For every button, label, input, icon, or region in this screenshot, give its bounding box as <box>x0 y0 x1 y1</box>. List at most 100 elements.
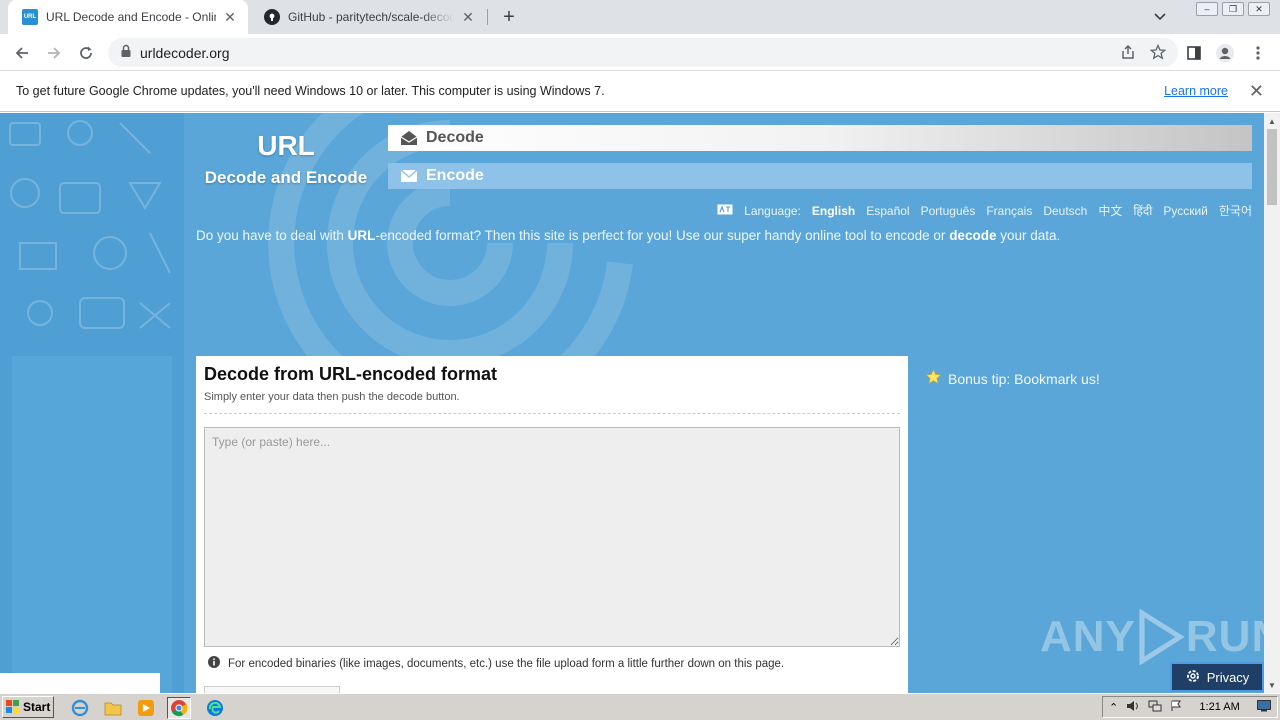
action-center-flag-icon[interactable] <box>1170 700 1182 715</box>
intro-part: your data. <box>996 228 1061 243</box>
binary-note-text: For encoded binaries (like images, docum… <box>228 657 785 670</box>
language-icon <box>717 204 733 218</box>
site-logo[interactable]: URL Decode and Encode <box>188 129 384 189</box>
gear-icon <box>1185 668 1201 687</box>
envelope-icon <box>400 168 418 184</box>
nav-encode-label: Encode <box>426 167 484 184</box>
profile-avatar-icon[interactable] <box>1213 41 1237 65</box>
nav-decode[interactable]: Decode <box>388 125 1252 151</box>
card-title: Decode from URL-encoded format <box>204 364 498 384</box>
bonus-tip-text: Bonus tip: Bookmark us! <box>948 370 1100 387</box>
github-favicon <box>264 9 280 25</box>
intro-bold: URL <box>347 228 376 243</box>
window-controls: – ❐ ✕ <box>1196 2 1270 16</box>
language-chinese[interactable]: 中文 <box>1098 202 1122 219</box>
binary-note: For encoded binaries (like images, docum… <box>208 656 784 671</box>
anyrun-watermark: ANY RUN <box>1040 609 1264 665</box>
tab-separator <box>487 9 488 25</box>
window-close-icon[interactable]: ✕ <box>1248 2 1270 16</box>
edge-icon[interactable] <box>203 697 227 719</box>
language-espanol[interactable]: Español <box>866 204 909 218</box>
windows-taskbar: Start ⌃ 1:21 AM <box>0 693 1280 720</box>
start-label: Start <box>23 700 51 714</box>
browser-toolbar: urldecoder.org <box>0 34 1280 71</box>
logo-line-1: URL <box>257 130 315 161</box>
tab-close-icon[interactable]: ✕ <box>460 9 476 25</box>
reload-icon[interactable] <box>74 41 98 65</box>
file-explorer-icon[interactable] <box>101 697 125 719</box>
tab-title: URL Decode and Encode - Online <box>46 10 216 24</box>
clock[interactable]: 1:21 AM <box>1199 701 1239 713</box>
lock-icon[interactable] <box>120 44 132 61</box>
media-player-icon[interactable] <box>134 697 158 719</box>
left-white-strip <box>0 673 160 693</box>
info-icon <box>208 656 220 671</box>
language-portugues[interactable]: Português <box>921 204 976 218</box>
intro-part: -encoded format? Then this site is perfe… <box>375 228 950 243</box>
nav-encode[interactable]: Encode <box>388 163 1252 189</box>
tab-url-decoder[interactable]: URL URL Decode and Encode - Online ✕ <box>8 0 248 34</box>
network-icon[interactable] <box>1148 700 1162 715</box>
decode-card: Decode from URL-encoded format Simply en… <box>196 356 908 693</box>
language-english[interactable]: English <box>812 204 855 218</box>
address-text: urldecoder.org <box>140 44 230 61</box>
scroll-down-icon[interactable]: ▼ <box>1264 677 1280 693</box>
privacy-label: Privacy <box>1206 669 1250 685</box>
share-icon[interactable] <box>1120 44 1136 63</box>
play-triangle-icon <box>1139 609 1185 665</box>
watermark-right: RUN <box>1185 612 1264 661</box>
intro-part: Do you have to deal with <box>196 228 348 243</box>
minimize-icon[interactable]: – <box>1196 2 1218 16</box>
tab-github[interactable]: GitHub - paritytech/scale-decode: Decode… <box>250 0 486 34</box>
decode-input[interactable] <box>204 427 900 647</box>
start-button[interactable]: Start <box>2 696 54 718</box>
url-favicon: URL <box>22 9 38 25</box>
infobar-message: To get future Google Chrome updates, you… <box>16 84 605 98</box>
envelope-open-icon <box>400 130 418 146</box>
tab-strip: URL URL Decode and Encode - Online ✕ Git… <box>0 0 1280 34</box>
card-subtitle: Simply enter your data then push the dec… <box>204 391 460 403</box>
language-korean[interactable]: 한국어 <box>1219 202 1252 219</box>
show-desktop-icon[interactable] <box>1256 699 1271 715</box>
chrome-update-infobar: To get future Google Chrome updates, you… <box>0 71 1280 112</box>
language-label: Language: <box>744 203 801 218</box>
tab-title: GitHub - paritytech/scale-decode: Decode <box>288 10 454 24</box>
kebab-menu-icon[interactable] <box>1246 41 1270 65</box>
scroll-up-icon[interactable]: ▲ <box>1264 113 1280 129</box>
side-panel-icon[interactable] <box>1182 41 1206 65</box>
bonus-tip: Bonus tip: Bookmark us! <box>925 369 1100 388</box>
watermark-left: ANY <box>1040 612 1136 661</box>
volume-icon[interactable] <box>1126 700 1140 715</box>
tab-search-chevron-icon[interactable] <box>1150 8 1170 26</box>
chrome-taskbar-icon[interactable] <box>167 697 191 719</box>
language-deutsch[interactable]: Deutsch <box>1043 204 1087 218</box>
language-francais[interactable]: Français <box>986 204 1032 218</box>
nav-decode-label: Decode <box>426 129 484 146</box>
intro-bold: decode <box>949 228 997 243</box>
new-tab-icon[interactable]: + <box>498 6 520 28</box>
address-bar[interactable]: urldecoder.org <box>108 38 1178 67</box>
back-arrow-icon[interactable] <box>10 41 34 65</box>
ie-icon[interactable] <box>68 697 92 719</box>
learn-more-link[interactable]: Learn more <box>1164 84 1228 98</box>
language-russian[interactable]: Русский <box>1163 204 1208 218</box>
bookmark-star-icon[interactable] <box>1149 43 1167 63</box>
language-selector: Language: English Español Português Fran… <box>717 202 1252 219</box>
decode-options-button[interactable] <box>204 686 340 693</box>
privacy-button[interactable]: Privacy <box>1170 662 1264 692</box>
intro-text: Do you have to deal with URL-encoded for… <box>196 228 1060 243</box>
forward-arrow-icon[interactable] <box>42 41 66 65</box>
divider <box>204 413 900 414</box>
infobar-close-icon[interactable]: ✕ <box>1249 81 1264 102</box>
system-tray: ⌃ 1:21 AM <box>1102 696 1278 718</box>
star-icon <box>925 369 942 388</box>
left-ad-slot <box>12 356 172 693</box>
tab-close-icon[interactable]: ✕ <box>222 9 238 25</box>
language-hindi[interactable]: हिंदी <box>1133 202 1152 219</box>
logo-line-2: Decode and Encode <box>204 168 368 187</box>
windows-logo-icon <box>6 700 19 713</box>
scroll-thumb[interactable] <box>1267 129 1277 205</box>
tray-expand-icon[interactable]: ⌃ <box>1109 701 1118 714</box>
page-scrollbar[interactable]: ▲ ▼ <box>1264 113 1280 693</box>
restore-icon[interactable]: ❐ <box>1222 2 1244 16</box>
